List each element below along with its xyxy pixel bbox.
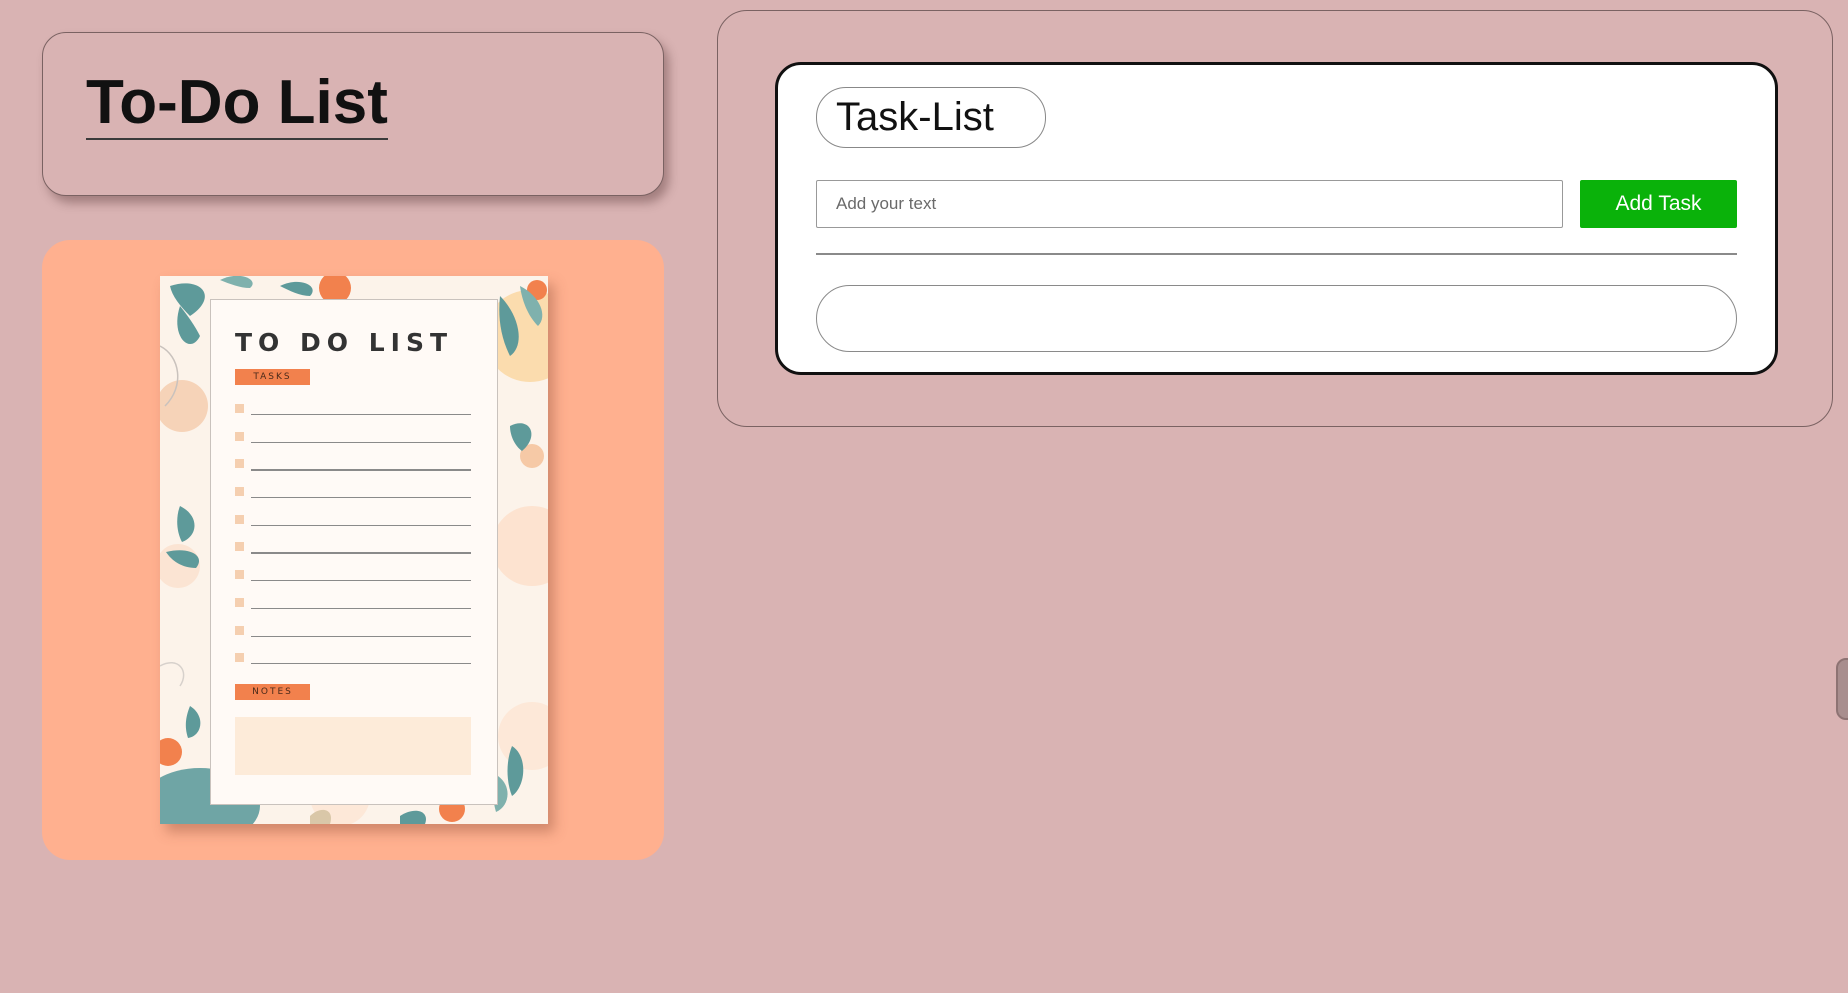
checkbox-square-icon	[235, 431, 244, 441]
todo-notepad-image: TO DO LIST TASKS NOTES	[160, 276, 548, 824]
add-task-button[interactable]: Add Task	[1580, 180, 1737, 228]
notepad-task-line	[235, 538, 471, 566]
page-title: To-Do List	[86, 67, 388, 141]
checkbox-square-icon	[235, 597, 244, 607]
notepad-task-line	[235, 566, 471, 594]
notepad-task-line	[235, 594, 471, 622]
checkbox-square-icon	[235, 570, 244, 580]
notepad-sheet: TO DO LIST TASKS NOTES	[210, 299, 498, 805]
checkbox-square-icon	[235, 653, 244, 663]
checkbox-square-icon	[235, 542, 244, 552]
notepad-task-line	[235, 511, 471, 539]
task-panel-container: Task-List Add Task	[717, 10, 1833, 427]
notepad-task-line	[235, 649, 471, 677]
task-card: Task-List Add Task	[775, 62, 1778, 375]
checkbox-square-icon	[235, 459, 244, 469]
notes-box	[235, 717, 471, 775]
notepad-task-line	[235, 400, 471, 428]
checkbox-square-icon	[235, 625, 244, 635]
divider	[816, 253, 1737, 255]
notes-tag: NOTES	[235, 684, 310, 700]
notepad-task-lines	[235, 400, 471, 677]
checkbox-square-icon	[235, 487, 244, 497]
checkbox-square-icon	[235, 514, 244, 524]
notepad-task-line	[235, 622, 471, 650]
task-list-title: Task-List	[816, 87, 1046, 148]
title-card: To-Do List	[42, 32, 664, 196]
scroll-handle[interactable]	[1836, 658, 1848, 720]
checkbox-square-icon	[235, 404, 244, 413]
notepad-task-line	[235, 455, 471, 483]
notepad-task-line	[235, 428, 471, 456]
task-list-area	[816, 285, 1737, 352]
tasks-tag: TASKS	[235, 369, 310, 385]
notepad-task-line	[235, 483, 471, 511]
illustration-card: TO DO LIST TASKS NOTES	[42, 240, 664, 860]
notepad-title: TO DO LIST	[235, 328, 454, 357]
task-text-input[interactable]	[816, 180, 1563, 228]
